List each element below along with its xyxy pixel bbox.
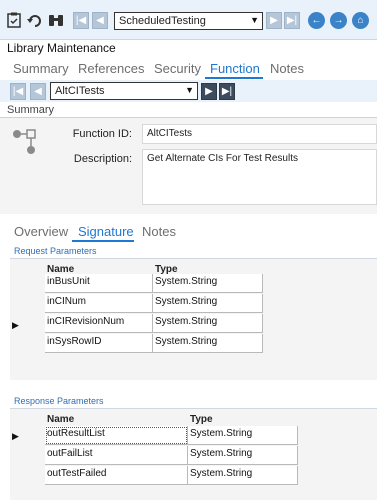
function-diagram-icon bbox=[12, 128, 38, 159]
request-parameters-heading: Request Parameters bbox=[14, 246, 97, 256]
tab-notes[interactable]: Notes bbox=[270, 61, 304, 76]
table-row-name[interactable]: inCINum bbox=[45, 294, 153, 313]
function-first-button[interactable]: |◀ bbox=[10, 83, 26, 100]
next-icon: ▶ bbox=[270, 15, 278, 26]
table-row-name[interactable]: outTestFailed bbox=[45, 466, 188, 485]
table-row-type[interactable]: System.String bbox=[188, 466, 298, 485]
page-title: Library Maintenance bbox=[7, 41, 116, 55]
tab-summary[interactable]: Summary bbox=[13, 61, 69, 76]
function-id-value: AltCITests bbox=[147, 128, 193, 139]
function-select-value: AltCITests bbox=[55, 85, 105, 97]
active-subtab-indicator bbox=[72, 240, 134, 242]
description-value: Get Alternate CIs For Test Results bbox=[147, 153, 298, 164]
last-icon: ▶| bbox=[286, 15, 298, 26]
function-next-button[interactable]: ▶ bbox=[201, 83, 217, 100]
back-icon: ← bbox=[311, 15, 322, 26]
function-select[interactable]: AltCITests ▼ bbox=[50, 82, 198, 100]
first-record-button[interactable]: |◀ bbox=[73, 12, 89, 29]
table-row-name[interactable]: outFailList bbox=[45, 446, 188, 465]
top-tabs: Summary References Security Function Not… bbox=[0, 58, 377, 80]
request-parameters-grid: Name Type inBusUnit System.String inCINu… bbox=[10, 258, 377, 380]
first-icon: |◀ bbox=[12, 86, 24, 97]
home-icon: ⌂ bbox=[357, 15, 364, 26]
next-record-button[interactable]: ▶ bbox=[266, 12, 282, 29]
table-row-type[interactable]: System.String bbox=[188, 446, 298, 465]
table-row-name[interactable]: inBusUnit bbox=[45, 274, 153, 293]
first-icon: |◀ bbox=[75, 15, 87, 26]
summary-heading: Summary bbox=[7, 104, 55, 116]
record-select[interactable]: ScheduledTesting ▼ bbox=[114, 12, 263, 30]
forward-icon: → bbox=[333, 15, 344, 26]
table-row-type[interactable]: System.String bbox=[188, 426, 298, 445]
tab-sub-notes[interactable]: Notes bbox=[142, 224, 176, 239]
chevron-down-icon: ▼ bbox=[185, 85, 194, 95]
chevron-down-icon: ▼ bbox=[250, 15, 259, 25]
last-record-button[interactable]: ▶| bbox=[284, 12, 300, 29]
function-last-button[interactable]: ▶| bbox=[219, 83, 235, 100]
prev-icon: ◀ bbox=[34, 86, 42, 97]
signature-tabs: Overview Signature Notes bbox=[0, 222, 377, 242]
description-label: Description: bbox=[73, 153, 132, 165]
table-row-name[interactable]: inSysRowID bbox=[45, 334, 153, 353]
row-indicator-icon: ▶ bbox=[12, 320, 19, 330]
response-col-type[interactable]: Type bbox=[190, 414, 213, 425]
tab-references[interactable]: References bbox=[78, 61, 144, 76]
description-field[interactable]: Get Alternate CIs For Test Results bbox=[142, 149, 377, 205]
row-indicator-icon: ▶ bbox=[12, 431, 19, 441]
forward-button[interactable]: → bbox=[330, 12, 347, 29]
back-button[interactable]: ← bbox=[308, 12, 325, 29]
tab-signature[interactable]: Signature bbox=[78, 224, 134, 239]
tab-security[interactable]: Security bbox=[154, 61, 201, 76]
main-toolbar: |◀ ◀ ScheduledTesting ▼ ▶ ▶| ← → ⌂ bbox=[0, 0, 377, 40]
binoculars-icon[interactable] bbox=[48, 12, 64, 28]
table-row-name[interactable]: outResultList bbox=[45, 426, 188, 445]
record-select-value: ScheduledTesting bbox=[119, 15, 206, 27]
home-button[interactable]: ⌂ bbox=[352, 12, 369, 29]
next-icon: ▶ bbox=[205, 86, 213, 97]
active-tab-indicator bbox=[205, 77, 263, 79]
tab-function[interactable]: Function bbox=[210, 61, 260, 76]
summary-panel: Function ID: AltCITests Description: Get… bbox=[0, 118, 377, 214]
prev-icon: ◀ bbox=[96, 15, 104, 26]
function-id-label: Function ID: bbox=[72, 128, 132, 140]
response-col-name[interactable]: Name bbox=[47, 414, 74, 425]
response-parameters-grid: Name Type ▶ outResultList System.String … bbox=[10, 408, 377, 500]
response-parameters-heading: Response Parameters bbox=[14, 396, 104, 406]
table-row-type[interactable]: System.String bbox=[153, 314, 263, 333]
table-row-type[interactable]: System.String bbox=[153, 274, 263, 293]
table-row-type[interactable]: System.String bbox=[153, 334, 263, 353]
clipboard-icon[interactable] bbox=[6, 12, 22, 28]
table-row-name[interactable]: inCIRevisionNum bbox=[45, 314, 153, 333]
last-icon: ▶| bbox=[221, 86, 233, 97]
function-prev-button[interactable]: ◀ bbox=[30, 83, 46, 100]
function-nav-bar: |◀ ◀ AltCITests ▼ ▶ ▶| bbox=[0, 80, 377, 102]
undo-icon[interactable] bbox=[27, 12, 43, 28]
function-id-field[interactable]: AltCITests bbox=[142, 124, 377, 144]
tab-overview[interactable]: Overview bbox=[14, 224, 68, 239]
prev-record-button[interactable]: ◀ bbox=[92, 12, 108, 29]
table-row-type[interactable]: System.String bbox=[153, 294, 263, 313]
